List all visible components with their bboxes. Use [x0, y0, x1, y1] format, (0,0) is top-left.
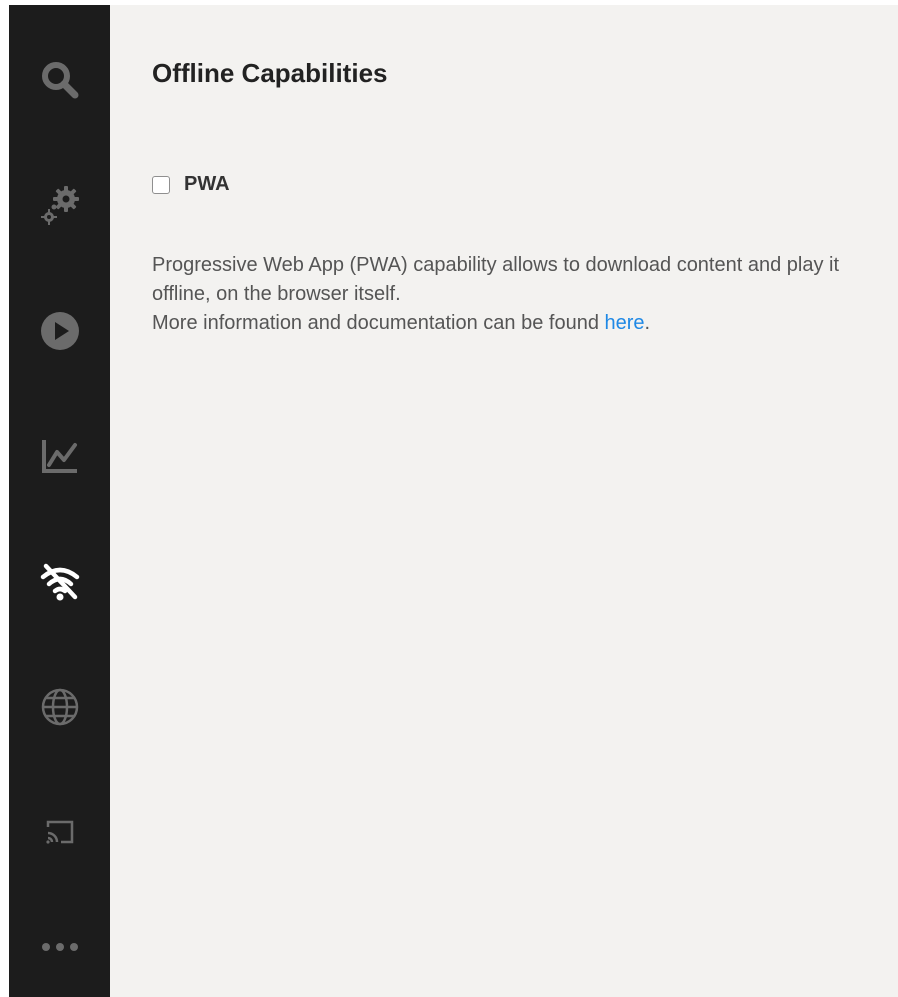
more-info-text: More information and documentation can b…: [152, 309, 872, 338]
sidebar-item-search[interactable]: [9, 40, 110, 120]
more-info-suffix: .: [644, 312, 651, 334]
pwa-option: PWA: [152, 173, 230, 196]
more-info-prefix: More information and documentation can b…: [152, 312, 605, 334]
app-window: Offline Capabilities PWA Progressive Web…: [0, 0, 898, 997]
sidebar-item-language[interactable]: [9, 667, 110, 747]
sidebar-item-cast[interactable]: [9, 792, 110, 872]
chart-icon: [41, 440, 77, 473]
description-text: Progressive Web App (PWA) capability all…: [152, 254, 840, 305]
settings-panel: Offline Capabilities PWA Progressive Web…: [110, 5, 898, 997]
search-icon: [41, 62, 78, 99]
gears-icon: [40, 186, 79, 225]
pwa-description: Progressive Web App (PWA) capability all…: [152, 251, 872, 338]
sidebar-item-playback[interactable]: [9, 291, 110, 371]
sidebar: [9, 5, 110, 997]
page-title: Offline Capabilities: [152, 58, 388, 88]
pwa-checkbox[interactable]: [152, 175, 170, 194]
play-icon: [40, 312, 79, 350]
sidebar-item-stats[interactable]: [9, 416, 110, 496]
sidebar-item-offline[interactable]: [9, 541, 110, 621]
wifi-off-icon: [40, 563, 79, 601]
sidebar-item-more[interactable]: [9, 907, 110, 987]
sidebar-item-settings[interactable]: [9, 165, 110, 245]
more-icon: [41, 943, 78, 951]
cast-icon: [45, 820, 73, 844]
globe-icon: [41, 688, 78, 726]
pwa-label[interactable]: PWA: [184, 173, 230, 196]
documentation-link[interactable]: here: [605, 312, 645, 334]
